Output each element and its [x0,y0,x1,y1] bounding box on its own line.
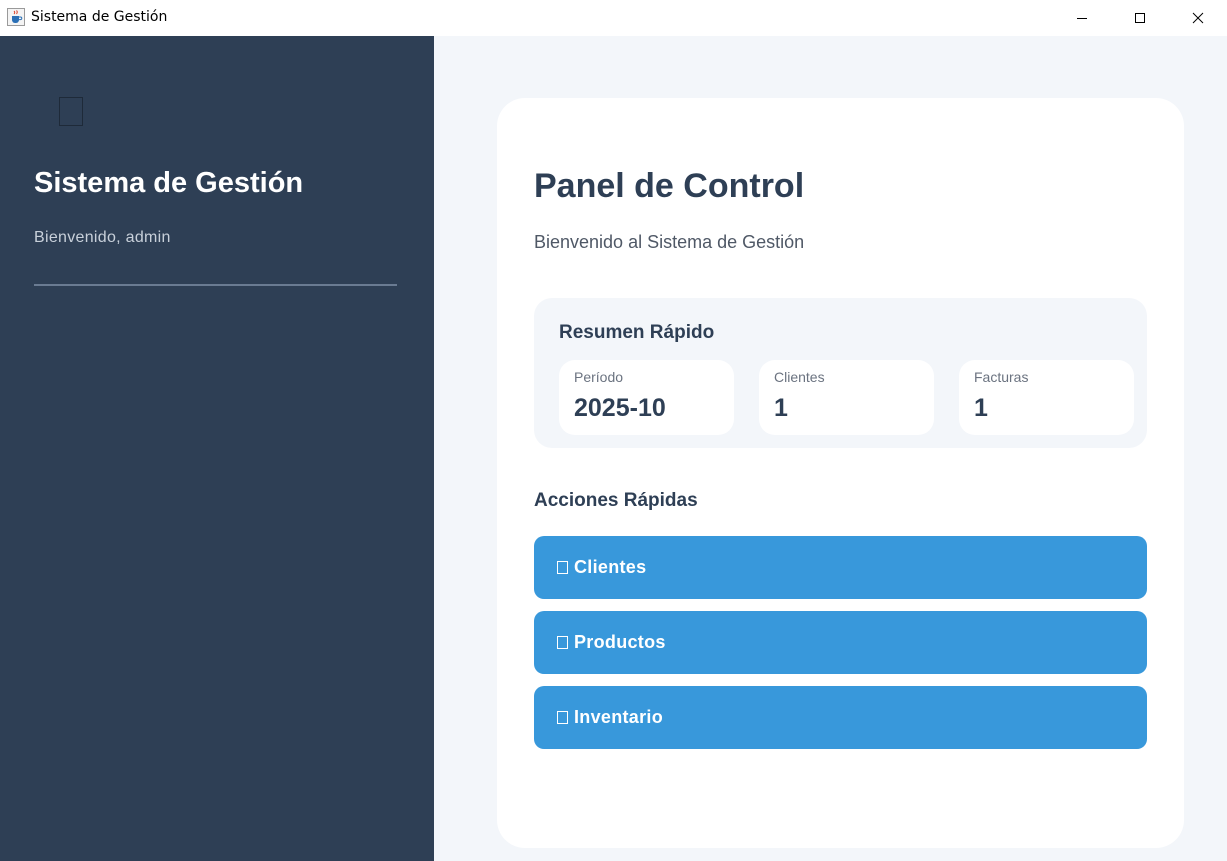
window-title: Sistema de Gestión [31,9,168,25]
actions-title: Acciones Rápidas [534,490,698,511]
sidebar-title: Sistema de Gestión [34,167,304,199]
stat-card-periodo: Período 2025-10 [559,360,734,435]
productos-button[interactable]: Productos [534,611,1147,674]
missing-glyph-icon [557,711,568,724]
productos-button-label: Productos [574,632,666,652]
inventario-button-label: Inventario [574,707,664,727]
missing-glyph-icon [557,561,568,574]
sidebar: Sistema de Gestión Bienvenido, admin [0,36,434,861]
minimize-button[interactable] [1053,0,1111,36]
stat-label: Período [574,369,624,385]
sidebar-welcome: Bienvenido, admin [34,229,171,246]
inventario-button[interactable]: Inventario [534,686,1147,749]
stat-card-facturas: Facturas 1 [959,360,1134,435]
clientes-button[interactable]: Clientes [534,536,1147,599]
window-titlebar: Sistema de Gestión [0,0,1227,36]
close-button[interactable] [1169,0,1227,36]
minimize-icon [1077,18,1087,19]
stat-label: Clientes [774,369,825,385]
sidebar-divider [34,284,397,286]
close-icon [1192,12,1204,24]
stat-label: Facturas [974,369,1029,385]
summary-panel: Resumen Rápido Período 2025-10 Clientes … [534,298,1147,448]
page-subtitle: Bienvenido al Sistema de Gestión [534,232,805,252]
java-cup-icon [7,8,25,26]
stat-card-clientes: Clientes 1 [759,360,934,435]
main-area: Panel de Control Bienvenido al Sistema d… [434,36,1227,861]
page-title: Panel de Control [534,167,805,205]
stat-value: 1 [774,394,788,422]
stat-value: 2025-10 [574,394,666,422]
logo-placeholder-icon [59,97,83,126]
summary-title: Resumen Rápido [559,322,715,343]
maximize-icon [1135,13,1145,23]
clientes-button-label: Clientes [574,557,647,577]
dashboard-card: Panel de Control Bienvenido al Sistema d… [497,98,1184,848]
missing-glyph-icon [557,636,568,649]
stat-value: 1 [974,394,988,422]
maximize-button[interactable] [1111,0,1169,36]
